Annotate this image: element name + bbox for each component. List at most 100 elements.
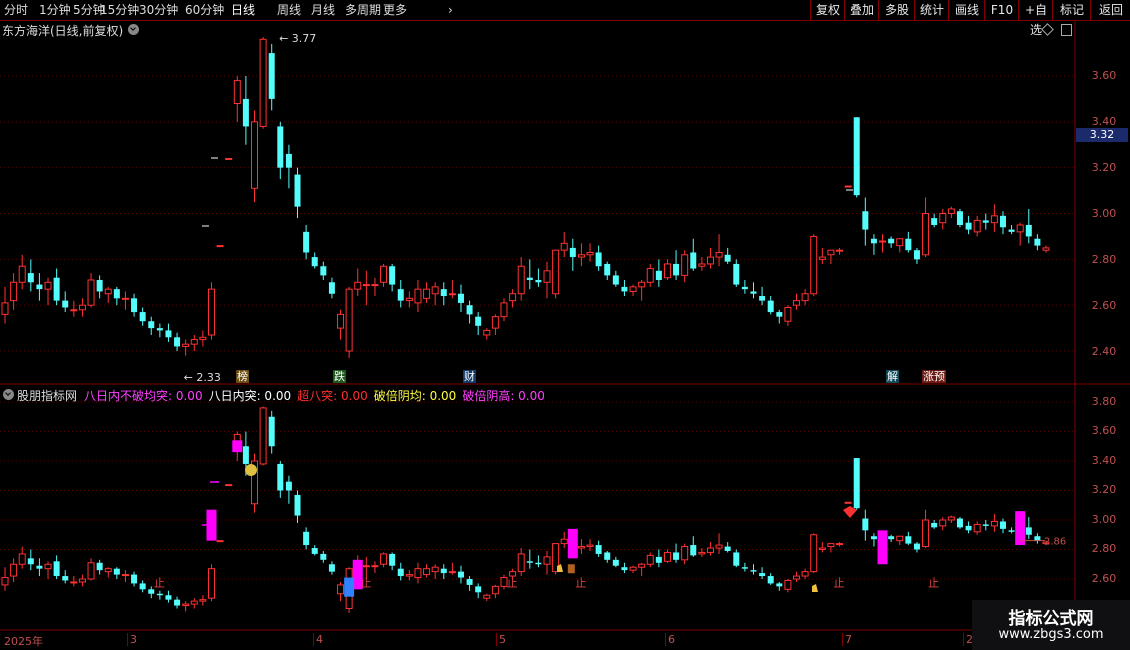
main-candle-90 — [776, 312, 783, 317]
ind-candle-70 — [604, 552, 611, 560]
main-candle-99 — [853, 117, 860, 196]
ind-candle-78 — [673, 552, 680, 560]
main-candle-31 — [268, 53, 275, 99]
main-candle-85 — [733, 263, 740, 285]
event-tag-3[interactable]: 解 — [886, 370, 899, 383]
main-candle-44 — [380, 265, 388, 283]
ind-candle-71 — [612, 559, 619, 566]
main-candle-16 — [139, 312, 146, 322]
main-candle-4 — [36, 284, 43, 290]
ind-candle-68 — [586, 544, 594, 548]
main-candle-66 — [569, 247, 576, 258]
date-label-1: 3 — [127, 633, 137, 646]
main-candle-18 — [156, 328, 163, 331]
site-watermark: 指标公式网 www.zbgs3.com — [972, 600, 1130, 650]
ind-candle-26 — [225, 484, 233, 487]
main-candle-93 — [801, 293, 809, 302]
event-tag-1[interactable]: 跌 — [333, 370, 346, 383]
main-candle-15 — [131, 298, 138, 313]
main-candle-67 — [577, 254, 585, 258]
ind-candle-21 — [182, 603, 190, 607]
stop-marker-3: 止 — [575, 576, 586, 589]
main-candle-34 — [294, 174, 301, 207]
watermark-url: www.zbgs3.com — [998, 627, 1104, 642]
main-candle-60 — [517, 265, 525, 295]
ind-candle-16 — [139, 583, 146, 590]
ind-candle-11 — [96, 562, 103, 571]
ind-candle-89 — [767, 576, 774, 584]
main-candle-25 — [216, 245, 224, 248]
ind-y-tick-6: 2.60 — [1091, 572, 1117, 585]
ind-candle-5 — [44, 563, 52, 570]
ind-candle-35 — [303, 531, 310, 546]
ind-candle-67 — [577, 546, 585, 549]
main-y-tick-2: 3.20 — [1091, 161, 1117, 174]
kline-chart[interactable]: ← 3.77 ← 2.33 2.86 止 止 止 止 止 止 — [0, 0, 1130, 650]
ind-candle-39 — [337, 584, 345, 595]
main-candle-39 — [337, 313, 345, 329]
main-candle-59 — [509, 293, 517, 302]
ind-candle-110 — [947, 516, 955, 521]
main-candle-45 — [389, 266, 396, 285]
main-candle-64 — [552, 249, 560, 295]
event-tag-0[interactable]: 榜 — [236, 370, 249, 383]
main-candle-20 — [174, 337, 181, 347]
ind-candle-54 — [466, 579, 473, 585]
ind-y-tick-4: 3.00 — [1091, 513, 1117, 526]
main-candle-43 — [371, 284, 379, 287]
main-candle-78 — [673, 263, 680, 276]
main-candle-70 — [604, 263, 611, 276]
main-candle-86 — [741, 286, 748, 290]
main-candle-118 — [1016, 224, 1024, 233]
main-candle-104 — [896, 238, 904, 247]
main-candle-117 — [1008, 229, 1015, 232]
ind-candle-10 — [87, 562, 95, 580]
ind-candle-82 — [706, 547, 714, 553]
main-candle-38 — [328, 282, 335, 294]
ind-candle-106 — [913, 543, 920, 550]
main-candle-61 — [526, 277, 533, 280]
ind-candle-77 — [663, 551, 671, 562]
main-candle-37 — [320, 266, 327, 276]
main-candle-51 — [440, 289, 447, 297]
low-price-label: ← 2.33 — [184, 371, 221, 384]
event-tag-2[interactable]: 财 — [463, 370, 476, 383]
ind-candle-111 — [956, 518, 963, 528]
main-candle-46 — [397, 289, 404, 301]
ind-candle-22 — [190, 600, 198, 605]
ind-candle-33 — [285, 481, 292, 491]
main-candle-6 — [53, 277, 60, 301]
ind-candle-13 — [113, 568, 120, 575]
main-candle-109 — [939, 213, 947, 224]
ind-candle-90 — [776, 583, 783, 587]
main-candle-74 — [638, 281, 646, 288]
main-candle-114 — [982, 220, 989, 223]
main-candle-27 — [233, 80, 241, 105]
main-candle-65 — [560, 242, 568, 251]
main-candle-68 — [586, 251, 594, 256]
main-candle-95 — [818, 256, 826, 260]
main-candle-55 — [475, 316, 482, 326]
ind-candle-98 — [844, 501, 852, 504]
ind-candle-43 — [371, 565, 379, 568]
ind-candle-55 — [475, 586, 482, 593]
main-candle-30 — [259, 38, 267, 127]
main-candle-53 — [457, 293, 464, 303]
main-candle-107 — [922, 213, 930, 256]
main-candle-94 — [810, 235, 818, 295]
ind-candle-30 — [259, 407, 267, 465]
ind-candle-107 — [922, 519, 930, 548]
ind-candle-25 — [216, 540, 224, 543]
event-tag-4[interactable]: 涨预 — [922, 370, 946, 383]
ind-candle-57 — [491, 585, 499, 595]
main-candle-121 — [1042, 247, 1050, 251]
main-candle-102 — [879, 240, 887, 243]
date-label-0: 2025年 — [4, 635, 43, 648]
ind-candle-75 — [646, 554, 654, 565]
hand-pointer-icon-2 — [812, 584, 818, 592]
main-candle-10 — [87, 279, 95, 306]
ind-candle-113 — [973, 523, 981, 533]
ind-candle-105 — [905, 536, 912, 544]
main-y-tick-0: 3.60 — [1091, 69, 1117, 82]
main-candle-22 — [190, 339, 198, 345]
